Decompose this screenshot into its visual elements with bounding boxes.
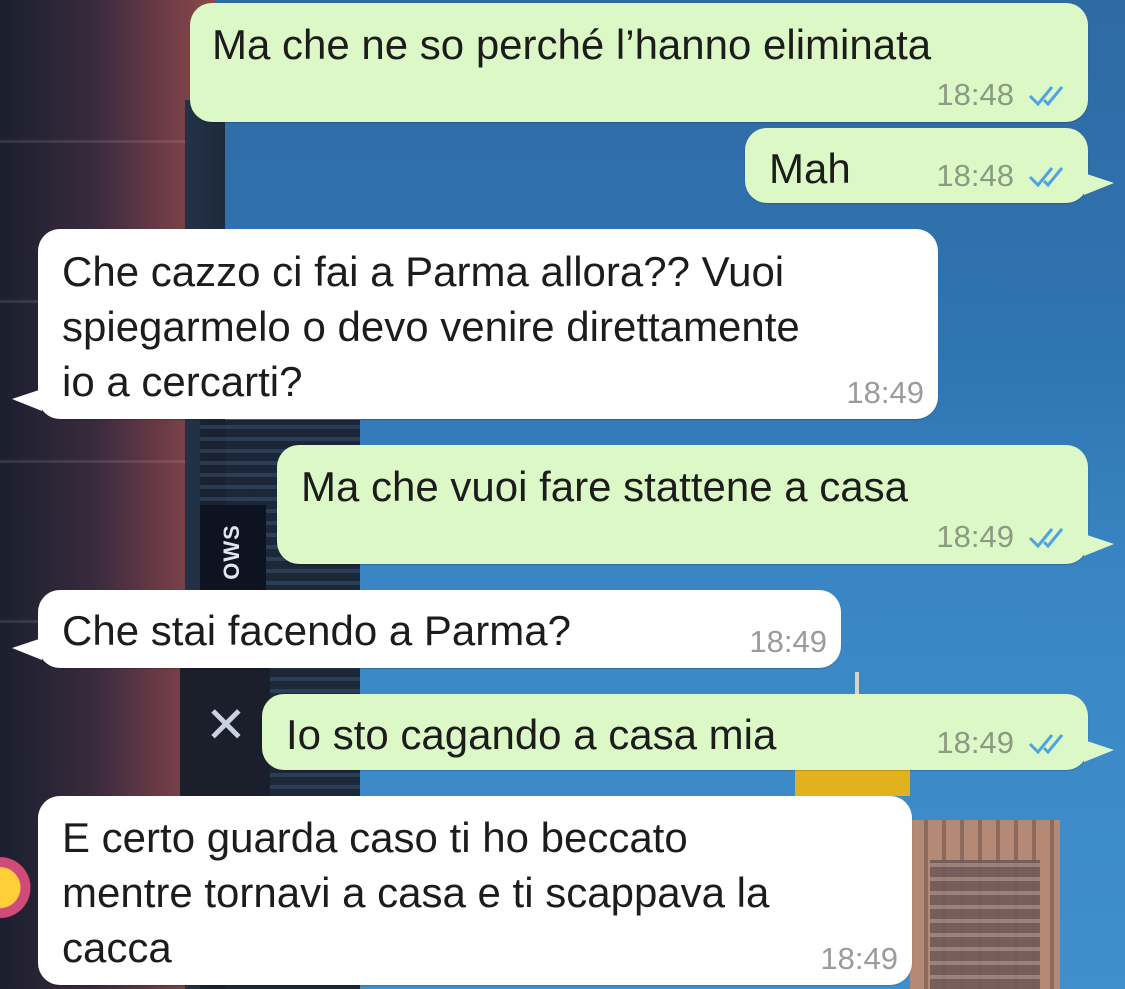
message-text: E certo guarda caso ti ho beccato mentre… bbox=[62, 814, 770, 971]
bubble-tail bbox=[12, 389, 42, 411]
wallpaper-sign-text: OWS bbox=[218, 524, 244, 580]
message-meta: 18:49 bbox=[936, 726, 1072, 762]
message-time: 18:49 bbox=[936, 519, 1014, 554]
message-text: Che cazzo ci fai a Parma allora?? Vuoi s… bbox=[62, 248, 800, 405]
bubble-tail bbox=[1084, 534, 1114, 556]
wallpaper-sign: OWS bbox=[200, 505, 266, 595]
message-text: Io sto cagando a casa mia bbox=[286, 711, 777, 758]
message-meta: 18:49 bbox=[936, 520, 1072, 556]
message-time: 18:49 bbox=[820, 941, 898, 976]
message-bubble-outgoing[interactable]: Io sto cagando a casa mia 18:49 bbox=[262, 694, 1114, 770]
message-time: 18:48 bbox=[936, 77, 1014, 112]
double-check-icon bbox=[1028, 728, 1072, 762]
message-bubble-incoming[interactable]: E certo guarda caso ti ho beccato mentre… bbox=[38, 796, 912, 985]
message-bubble-incoming[interactable]: Che stai facendo a Parma? 18:49 bbox=[12, 590, 841, 668]
double-check-icon bbox=[1028, 161, 1072, 195]
bubble-tail bbox=[1084, 173, 1114, 195]
message-meta: 18:48 bbox=[936, 78, 1072, 114]
message-time: 18:48 bbox=[936, 158, 1014, 193]
message-text: Mah bbox=[769, 145, 851, 192]
message-text: Che stai facendo a Parma? bbox=[62, 607, 571, 654]
message-bubble-incoming[interactable]: Che cazzo ci fai a Parma allora?? Vuoi s… bbox=[12, 229, 938, 419]
wallpaper-billboard bbox=[795, 770, 910, 796]
message-meta: 18:48 bbox=[936, 159, 1072, 195]
wallpaper-x-icon: ✕ bbox=[205, 697, 247, 753]
message-bubble-outgoing[interactable]: Mah 18:48 bbox=[745, 128, 1114, 203]
message-time: 18:49 bbox=[846, 375, 924, 410]
wallpaper-neon bbox=[0, 820, 40, 989]
bubble-tail bbox=[12, 638, 42, 660]
message-bubble-outgoing[interactable]: Ma che vuoi fare stattene a casa 18:49 bbox=[277, 445, 1114, 564]
wallpaper-building-right bbox=[930, 860, 1040, 989]
message-time: 18:49 bbox=[749, 624, 827, 659]
double-check-icon bbox=[1028, 522, 1072, 556]
bubble-tail bbox=[1084, 740, 1114, 762]
message-text: Ma che ne so perché l’hanno eliminata bbox=[212, 21, 932, 68]
message-time: 18:49 bbox=[936, 725, 1014, 760]
message-text: Ma che vuoi fare stattene a casa bbox=[301, 463, 909, 510]
message-bubble-outgoing[interactable]: Ma che ne so perché l’hanno eliminata 18… bbox=[190, 3, 1088, 122]
double-check-icon bbox=[1028, 80, 1072, 114]
